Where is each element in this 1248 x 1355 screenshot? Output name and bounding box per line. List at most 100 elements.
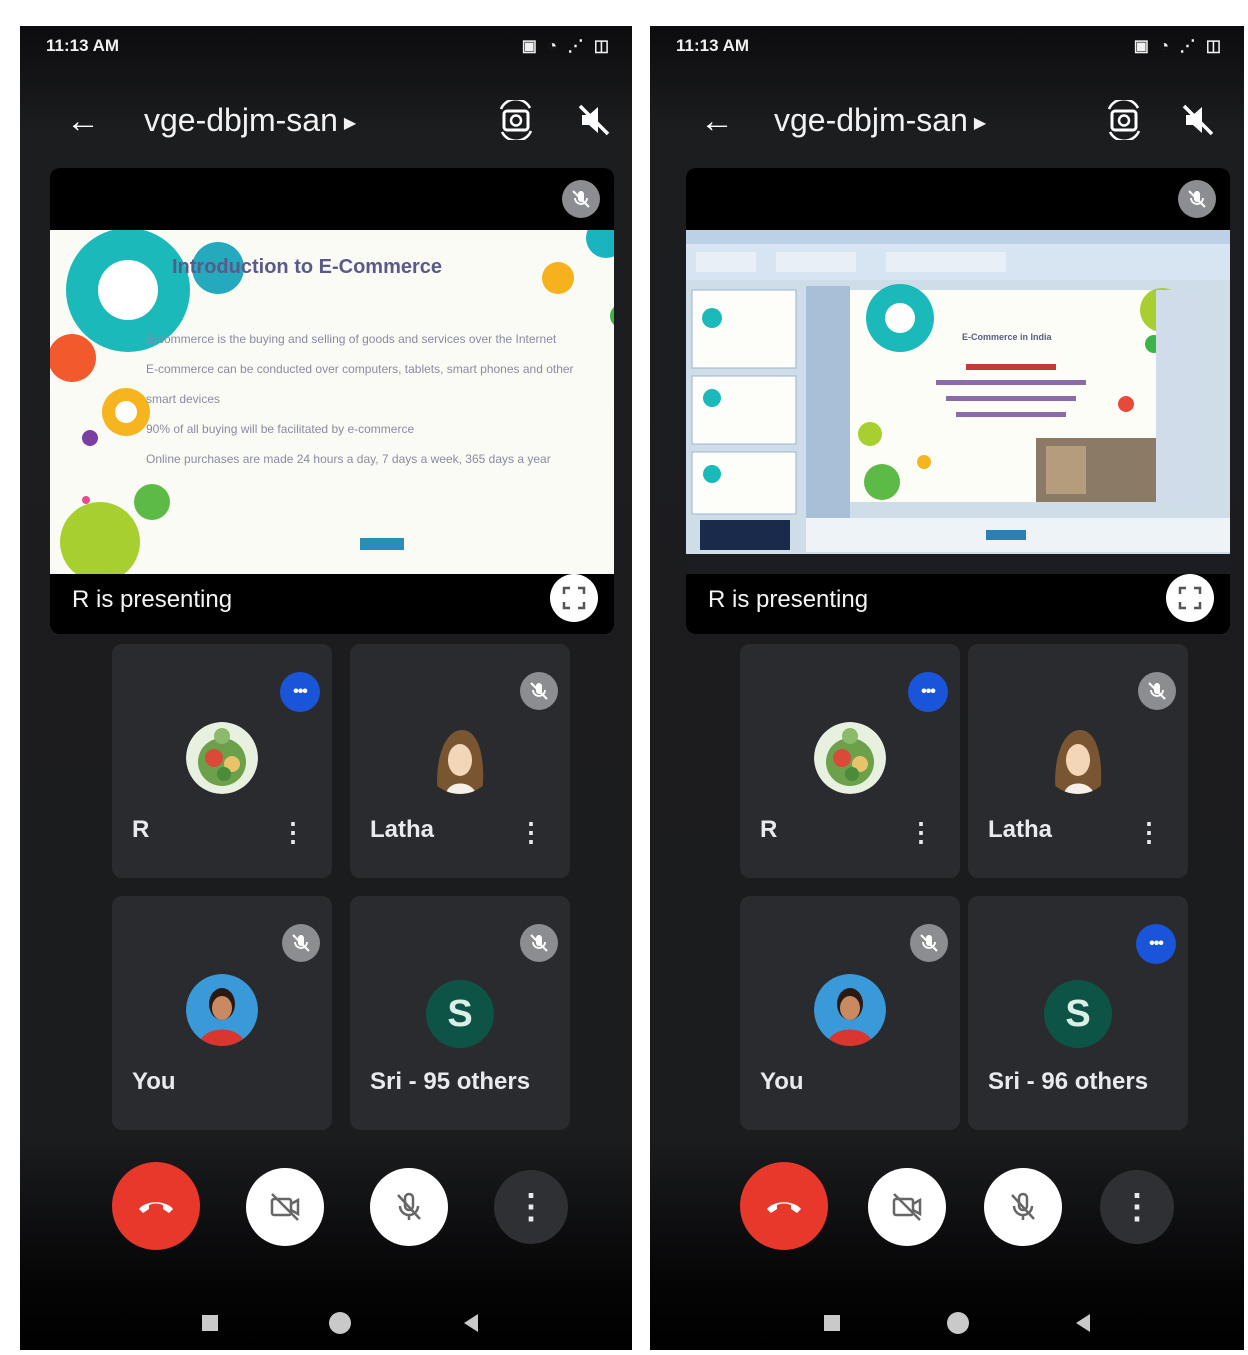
slide-body: E-commerce is the buying and selling of … [146, 324, 576, 474]
meeting-code: vge-dbjm-san [774, 102, 968, 138]
fullscreen-button[interactable] [1166, 574, 1214, 622]
recents-button[interactable] [822, 1313, 842, 1333]
mic-toggle-button[interactable] [370, 1168, 448, 1246]
mic-toggle-button[interactable] [984, 1168, 1062, 1246]
more-vert-icon: ⋮ [514, 1188, 548, 1226]
mic-off-icon [1011, 1192, 1035, 1220]
participant-name: You [132, 1068, 176, 1095]
participant-name: Latha [370, 816, 435, 843]
speaker-off-icon[interactable] [1178, 100, 1218, 140]
home-circle-icon [947, 1312, 969, 1334]
participant-name: Latha [988, 816, 1053, 843]
presentation-card[interactable]: E-Commerce in India R is presenting [686, 168, 1230, 634]
back-arrow-icon[interactable]: ← [700, 102, 734, 141]
letter-avatar: S [1044, 980, 1112, 1048]
more-vert-icon[interactable]: ⋮ [1136, 817, 1162, 848]
avatar [1042, 722, 1114, 794]
status-icons: ▣ ◔ ⋰ ◫ [521, 38, 612, 55]
dropdown-caret-icon: ▶ [973, 114, 987, 132]
more-options-button[interactable]: ⋮ [1100, 1170, 1174, 1244]
avatar [186, 722, 258, 794]
top-app-bar: ← vge-dbjm-san ▶ [20, 92, 632, 152]
participant-name: R [132, 816, 150, 843]
speaking-indicator-icon: ••• [908, 672, 948, 712]
shared-slide: Introduction to E-Commerce E-commerce is… [50, 230, 614, 574]
switch-camera-icon[interactable] [496, 100, 536, 140]
powerpoint-window [686, 230, 1230, 574]
participant-name: Sri - 96 others [988, 1068, 1149, 1095]
participant-tile-r[interactable]: ••• R ⋮ [740, 644, 960, 878]
camera-toggle-button[interactable] [868, 1168, 946, 1246]
participant-tile-others[interactable]: S Sri - 95 others [350, 896, 570, 1130]
more-vert-icon[interactable]: ⋮ [280, 817, 306, 848]
call-controls: ⋮ [650, 1160, 1244, 1256]
slide-line: E-commerce is the buying and selling of … [146, 332, 557, 346]
dropdown-caret-icon: ▶ [343, 114, 357, 132]
system-nav-bar [650, 1308, 1244, 1338]
participant-tile-you[interactable]: You [112, 896, 332, 1130]
speaker-off-icon[interactable] [574, 100, 614, 140]
participant-tile-latha[interactable]: Latha ⋮ [968, 644, 1188, 878]
back-triangle-icon [1076, 1314, 1090, 1332]
participant-tile-others[interactable]: ••• S Sri - 96 others [968, 896, 1188, 1130]
top-app-bar: ← vge-dbjm-san ▶ [650, 92, 1244, 152]
fullscreen-icon [1178, 586, 1202, 610]
recents-square-icon [824, 1315, 840, 1331]
mic-off-icon [520, 672, 558, 710]
end-call-icon [139, 1202, 173, 1213]
participant-tile-r[interactable]: ••• R ⋮ [112, 644, 332, 878]
meeting-code: vge-dbjm-san [144, 102, 338, 138]
camera-toggle-button[interactable] [246, 1168, 324, 1246]
mic-off-icon [562, 180, 600, 218]
back-arrow-icon[interactable]: ← [66, 102, 100, 141]
mic-off-icon [1138, 672, 1176, 710]
presenting-label: R is presenting [708, 586, 869, 613]
meeting-code-dropdown[interactable]: vge-dbjm-san ▶ [774, 102, 986, 139]
more-options-button[interactable]: ⋮ [494, 1170, 568, 1244]
system-nav-bar [20, 1308, 632, 1338]
mic-off-icon [397, 1192, 421, 1220]
status-time: 11:13 AM [676, 36, 750, 55]
slide-title: Introduction to E-Commerce [172, 256, 443, 278]
end-call-button[interactable] [112, 1162, 200, 1250]
end-call-icon [767, 1202, 801, 1213]
slide-line: Online purchases are made 24 hours a day… [146, 452, 551, 466]
switch-camera-icon[interactable] [1104, 100, 1144, 140]
home-button[interactable] [328, 1311, 352, 1335]
status-time: 11:13 AM [46, 36, 120, 55]
mic-off-icon [282, 924, 320, 962]
meeting-code-dropdown[interactable]: vge-dbjm-san ▶ [144, 102, 356, 139]
status-bar: 11:13 AM ▣ ◔ ⋰ ◫ [676, 34, 1224, 58]
avatar [814, 722, 886, 794]
participant-name: Sri - 95 others [370, 1068, 531, 1095]
home-circle-icon [329, 1312, 351, 1334]
mic-off-icon [1178, 180, 1216, 218]
back-button[interactable] [1072, 1312, 1094, 1334]
more-vert-icon: ⋮ [1120, 1188, 1154, 1226]
fullscreen-button[interactable] [550, 574, 598, 622]
participant-tile-latha[interactable]: Latha ⋮ [350, 644, 570, 878]
status-bar: 11:13 AM ▣ ◔ ⋰ ◫ [46, 34, 612, 58]
more-vert-icon[interactable]: ⋮ [908, 817, 934, 848]
speaking-indicator-icon: ••• [1136, 924, 1176, 964]
more-vert-icon[interactable]: ⋮ [518, 817, 544, 848]
status-icons: ▣ ◔ ⋰ ◫ [1133, 38, 1224, 55]
avatar [424, 722, 496, 794]
fullscreen-icon [562, 586, 586, 610]
end-call-button[interactable] [740, 1162, 828, 1250]
presenting-label: R is presenting [72, 586, 233, 613]
back-triangle-icon [464, 1314, 478, 1332]
mic-off-icon [910, 924, 948, 962]
presentation-card[interactable]: Introduction to E-Commerce E-commerce is… [50, 168, 614, 634]
back-button[interactable] [460, 1312, 482, 1334]
camera-off-icon [270, 1193, 300, 1221]
home-button[interactable] [946, 1311, 970, 1335]
participant-name: You [760, 1068, 804, 1095]
participant-tile-you[interactable]: You [740, 896, 960, 1130]
camera-off-icon [892, 1193, 922, 1221]
shared-screen: E-Commerce in India [686, 230, 1230, 574]
call-controls: ⋮ [20, 1160, 632, 1256]
recents-button[interactable] [200, 1313, 220, 1333]
speaking-indicator-icon: ••• [280, 672, 320, 712]
recents-square-icon [202, 1315, 218, 1331]
